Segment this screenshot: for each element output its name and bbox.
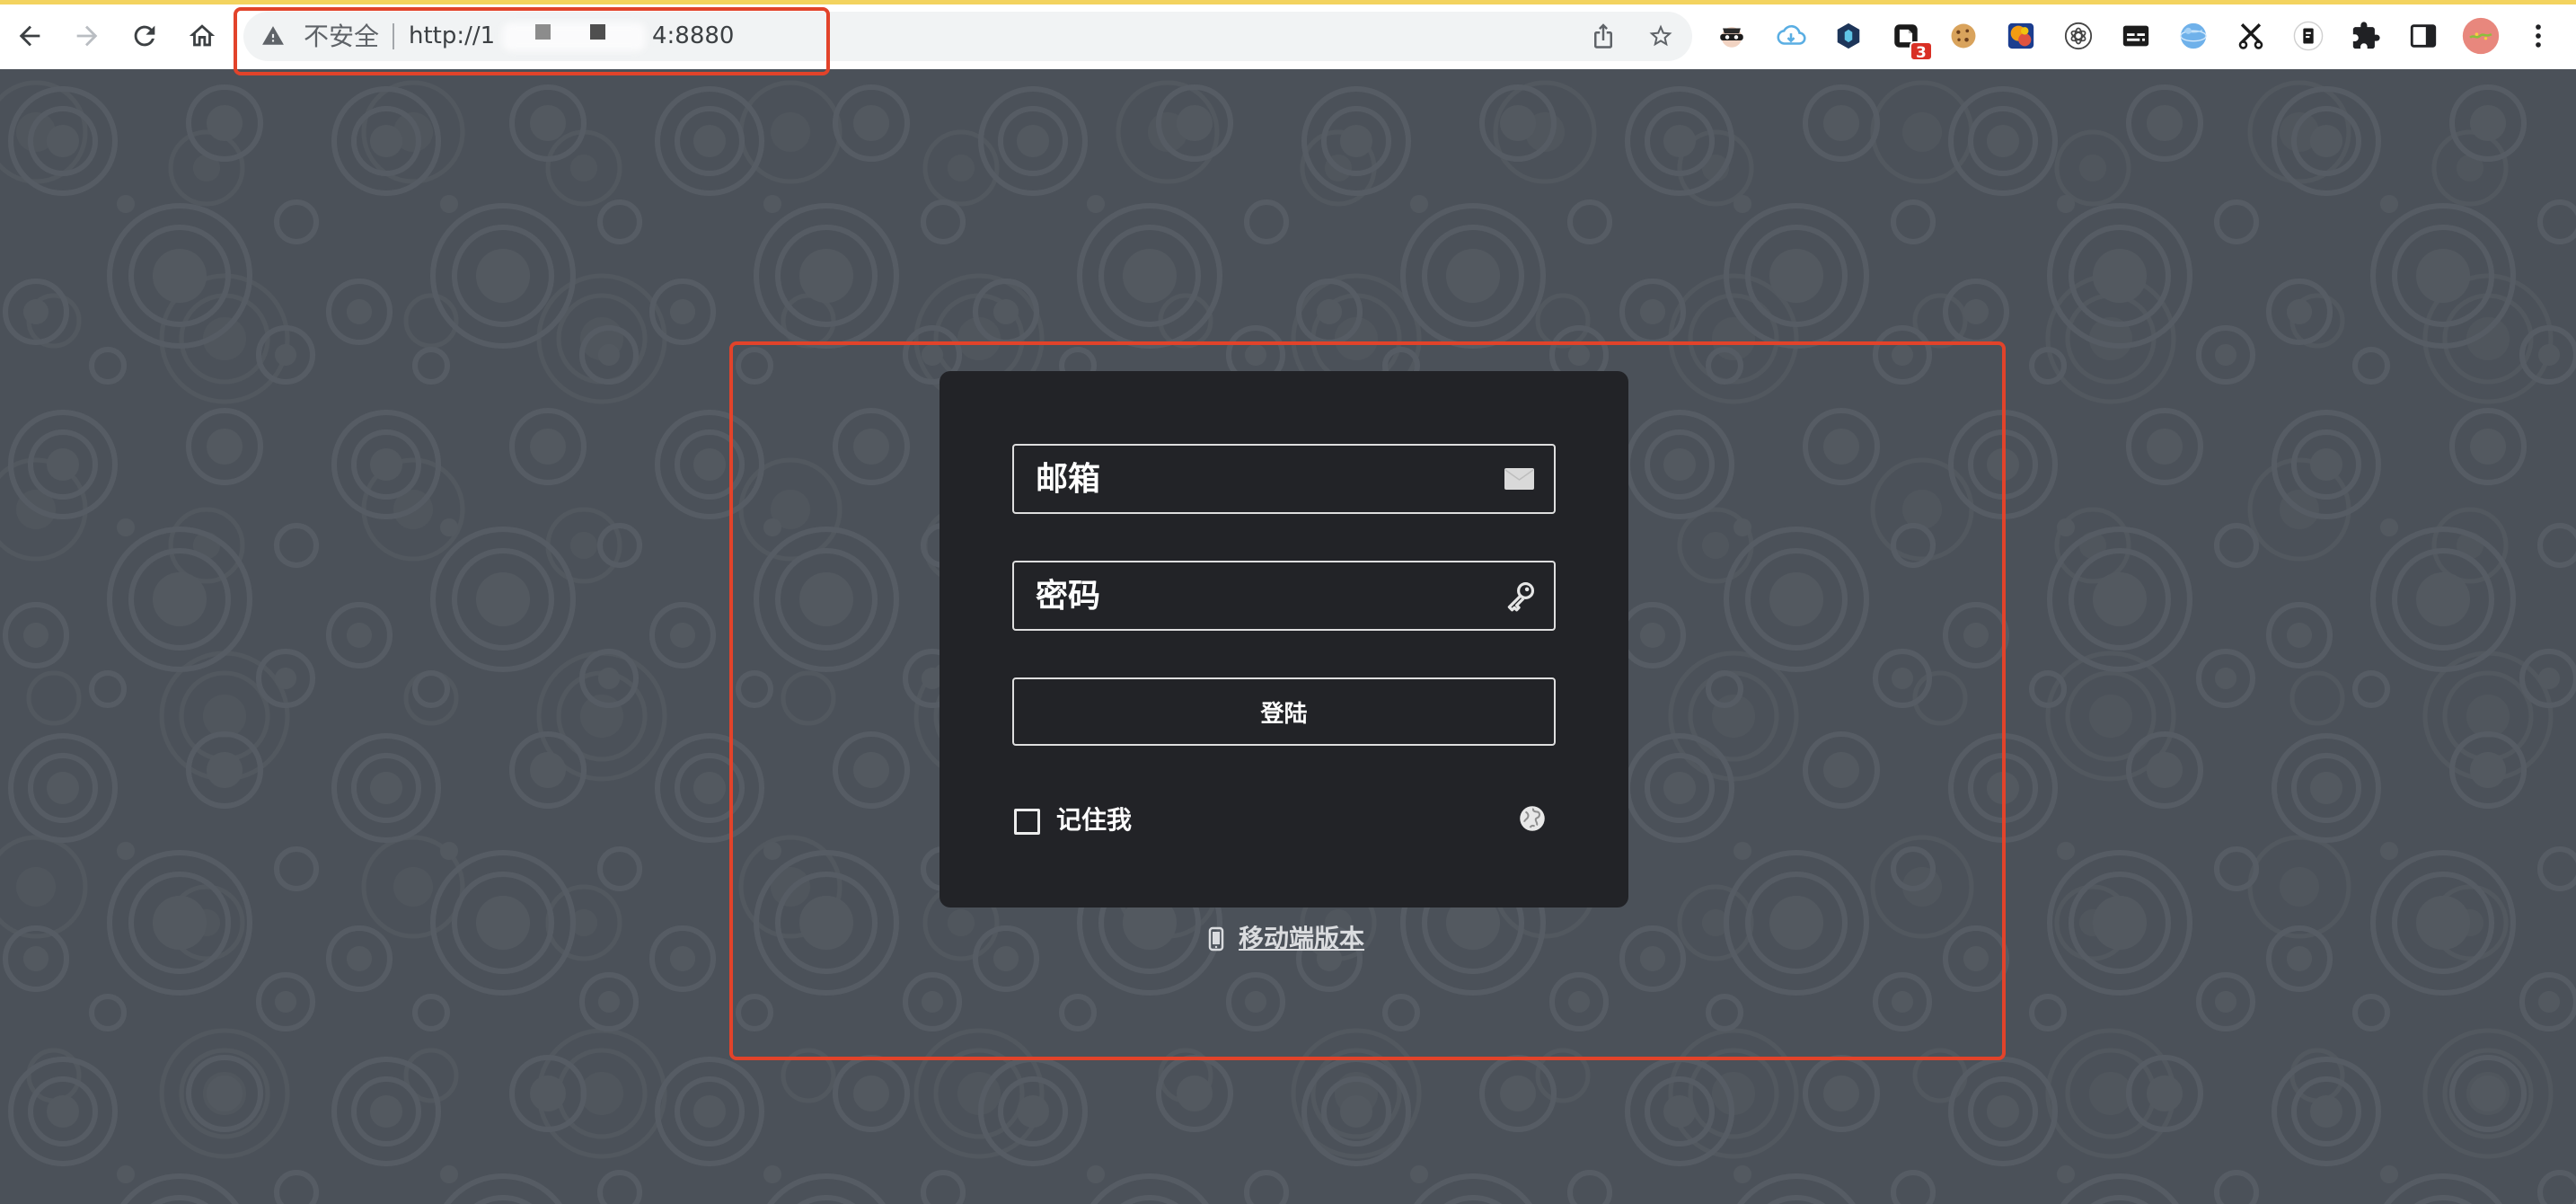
envelope-icon — [1504, 467, 1535, 491]
address-divider — [393, 23, 394, 49]
forward-arrow-icon[interactable] — [72, 21, 102, 51]
mobile-version-label[interactable]: 移动端版本 — [1239, 923, 1364, 955]
login-button[interactable]: 登陆 — [1012, 677, 1556, 746]
redacted-region — [502, 22, 646, 51]
reload-icon[interactable] — [129, 21, 160, 51]
mobile-version-link[interactable]: 移动端版本 — [1208, 923, 1364, 955]
login-panel: 登陆 记住我 — [940, 371, 1628, 907]
spy-mask-extension-icon[interactable] — [1716, 21, 1747, 51]
colorful-extension-icon[interactable] — [2006, 21, 2036, 51]
page-content: 登陆 记住我 移动端版本 — [0, 69, 2576, 1204]
warning-triangle-icon[interactable] — [261, 24, 285, 48]
password-input[interactable] — [1014, 562, 1554, 629]
key-icon — [1504, 579, 1538, 613]
back-arrow-icon[interactable] — [14, 21, 45, 51]
remember-me-checkbox[interactable] — [1014, 809, 1040, 835]
email-input[interactable] — [1014, 446, 1554, 512]
extension-badge-count: 3 — [1910, 41, 1933, 62]
scissors-extension-icon[interactable] — [2236, 21, 2266, 51]
address-bar[interactable]: 不安全 http://1 4:8880 — [243, 12, 1692, 61]
browser-toolbar: 不安全 http://1 4:8880 3 — [0, 0, 2576, 69]
cookie-extension-icon[interactable] — [1948, 21, 1979, 51]
url-text-start[interactable]: http://1 — [409, 12, 495, 61]
remember-me-label[interactable]: 记住我 — [1056, 804, 1132, 837]
reader-extension-icon[interactable] — [2293, 21, 2324, 51]
redaction-block — [535, 24, 551, 40]
hexagon-extension-icon[interactable] — [1833, 21, 1864, 51]
globe-extension-icon[interactable] — [2178, 21, 2209, 51]
url-text-end[interactable]: 4:8880 — [652, 12, 734, 61]
email-field[interactable] — [1012, 444, 1556, 514]
tab-strip-edge — [0, 0, 2576, 4]
cloud-download-extension-icon[interactable] — [1776, 21, 1806, 51]
phone-icon — [1208, 926, 1224, 952]
kebab-menu-icon[interactable] — [2523, 21, 2554, 51]
redaction-block — [590, 24, 605, 40]
puzzle-icon[interactable] — [2351, 21, 2381, 51]
share-icon[interactable] — [1590, 22, 1617, 49]
globe-icon[interactable] — [1519, 805, 1546, 832]
subtitles-extension-icon[interactable] — [2121, 21, 2151, 51]
browser-window: 不安全 http://1 4:8880 3 邮箱 登陆 记住我 移动端版本 — [0, 0, 2576, 1204]
home-icon[interactable] — [187, 21, 217, 51]
ai-knot-extension-icon[interactable] — [2063, 21, 2094, 51]
security-status-label[interactable]: 不安全 — [304, 12, 379, 61]
side-panel-icon[interactable] — [2408, 21, 2439, 51]
star-outline-icon[interactable] — [1647, 22, 1674, 49]
profile-avatar[interactable] — [2461, 16, 2501, 56]
password-field[interactable] — [1012, 561, 1556, 631]
